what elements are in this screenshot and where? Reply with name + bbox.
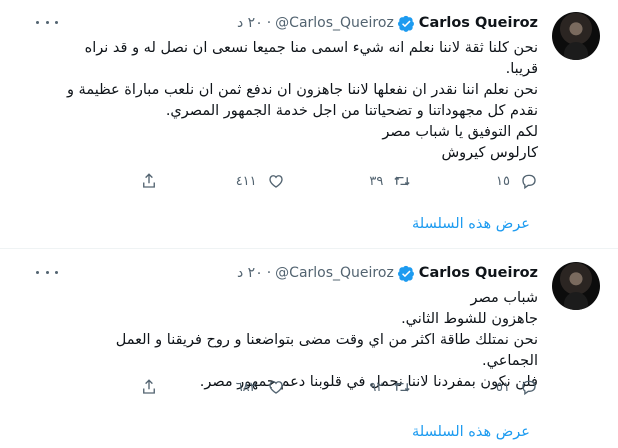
reply-count: ٥١ (496, 379, 510, 395)
retweet-button[interactable]: ٣٩ (351, 172, 411, 190)
retweet-icon (394, 176, 410, 186)
share-icon (143, 173, 155, 188)
retweet-button[interactable]: ٩٢ (351, 378, 411, 396)
tweet-divider (0, 248, 618, 249)
author-name[interactable]: Carlos Queiroz (419, 15, 538, 31)
like-button[interactable]: ٦٨٢ (225, 378, 285, 396)
verified-badge-icon (397, 15, 414, 32)
like-count: ٦٨٢ (235, 379, 257, 395)
tweet-text-line: كارلوس كيروش (441, 145, 538, 161)
author-handle[interactable]: @Carlos_Queiroz (275, 15, 394, 31)
like-icon (268, 175, 283, 188)
reply-icon (522, 380, 536, 396)
tweet-text-line: جاهزون للشوط الثاني. (401, 311, 538, 327)
retweet-count: ٩٢ (369, 379, 384, 395)
reply-button[interactable]: ٥١ (478, 378, 538, 396)
header-separator: · (266, 15, 272, 31)
tweet-header: Carlos Queiroz @Carlos_Queiroz · ٢٠ د (237, 12, 538, 34)
tweet[interactable]: Carlos Queiroz @Carlos_Queiroz · ٢٠ د نح… (0, 0, 618, 248)
retweet-count: ٣٩ (369, 173, 384, 189)
share-button[interactable] (98, 378, 158, 396)
tweet-timestamp[interactable]: ٢٠ د (237, 265, 263, 281)
reply-icon (522, 174, 536, 190)
tweet-text-line: لكم التوفيق يا شباب مصر (382, 124, 538, 140)
timeline-feed: Carlos Queiroz @Carlos_Queiroz · ٢٠ د نح… (0, 0, 618, 448)
show-thread-link[interactable]: عرض هذه السلسلة (412, 424, 530, 440)
tweet-text-line: شباب مصر (470, 290, 538, 306)
tweet-timestamp[interactable]: ٢٠ د (237, 15, 263, 31)
show-thread-link[interactable]: عرض هذه السلسلة (412, 216, 530, 232)
verified-badge-icon (397, 265, 414, 282)
retweet-icon (394, 382, 410, 392)
avatar[interactable] (552, 12, 600, 60)
more-icon[interactable] (36, 15, 58, 29)
author-handle[interactable]: @Carlos_Queiroz (275, 265, 394, 281)
header-separator: · (266, 265, 272, 281)
like-button[interactable]: ٤١١ (225, 172, 285, 190)
more-icon[interactable] (36, 265, 58, 279)
tweet-text: نحن كلنا ثقة لاننا نعلم انه شيء اسمى منا… (60, 38, 538, 164)
like-count: ٤١١ (235, 173, 257, 189)
share-icon (143, 379, 155, 394)
tweet-actions: ٥١ ٩٢ ٦٨٢ (98, 376, 538, 398)
author-name[interactable]: Carlos Queiroz (419, 265, 538, 281)
avatar[interactable] (552, 262, 600, 310)
like-icon (268, 381, 283, 394)
tweet-text-line: نحن نمتلك طاقة اكثر من اي وقت مضى بتواضع… (115, 332, 538, 369)
reply-count: ١٥ (496, 173, 510, 189)
reply-button[interactable]: ١٥ (478, 172, 538, 190)
tweet-actions: ١٥ ٣٩ ٤١١ (98, 170, 538, 192)
tweet-text-line: نحن كلنا ثقة لاننا نعلم انه شيء اسمى منا… (84, 40, 538, 77)
tweet-text-line: نحن نعلم اننا نقدر ان نفعلها لاننا جاهزو… (66, 82, 538, 119)
tweet-header: Carlos Queiroz @Carlos_Queiroz · ٢٠ د (237, 262, 538, 284)
tweet[interactable]: Carlos Queiroz @Carlos_Queiroz · ٢٠ د شب… (0, 250, 618, 448)
share-button[interactable] (98, 172, 158, 190)
